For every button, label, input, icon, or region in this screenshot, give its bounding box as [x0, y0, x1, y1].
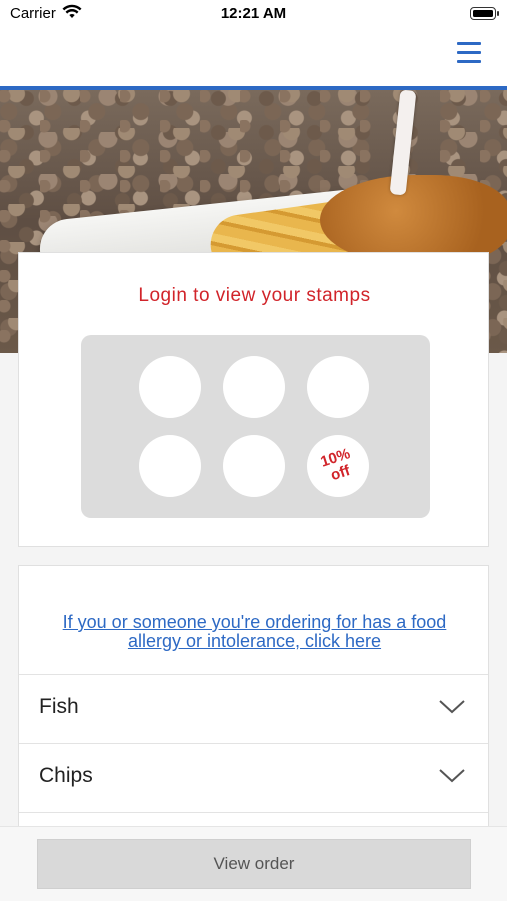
view-order-button[interactable]: View order [37, 839, 471, 889]
stamp-slot [223, 356, 285, 418]
reward-stamp: 10% off [307, 435, 369, 497]
allergy-info-link[interactable]: If you or someone you're ordering for ha… [39, 613, 470, 651]
stamp-slot [139, 435, 201, 497]
category-row-fish[interactable]: Fish [19, 674, 488, 743]
battery-icon [470, 7, 499, 20]
stamp-slot [139, 356, 201, 418]
stamp-slot [307, 356, 369, 418]
chevron-down-icon [438, 766, 466, 789]
status-time: 12:21 AM [220, 5, 287, 22]
hamburger-menu-icon[interactable] [455, 40, 483, 66]
login-to-view-stamps-link[interactable]: Login to view your stamps [19, 285, 490, 307]
chevron-down-icon [438, 697, 466, 720]
status-bar: Carrier 12:21 AM [0, 0, 507, 30]
stamp-card: Login to view your stamps 10% off [18, 252, 489, 547]
stamp-slot [223, 435, 285, 497]
category-label: Chips [39, 764, 93, 787]
menu-card: If you or someone you're ordering for ha… [18, 565, 489, 865]
bottom-bar: View order [0, 826, 507, 901]
category-row-chips[interactable]: Chips [19, 743, 488, 812]
stamp-panel: 10% off [81, 335, 430, 518]
category-label: Fish [39, 695, 79, 718]
navigation-bar [0, 30, 507, 90]
